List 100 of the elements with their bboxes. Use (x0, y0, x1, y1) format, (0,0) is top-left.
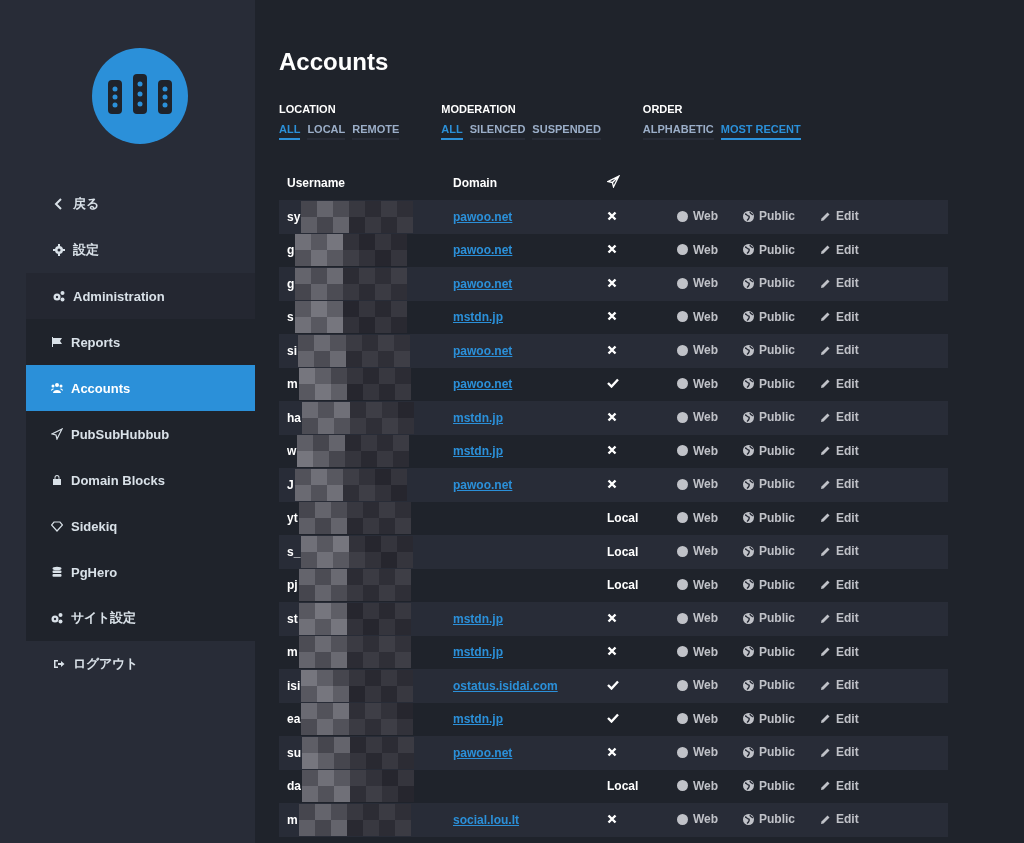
visibility-label: Public (759, 544, 795, 558)
logo-icon (92, 48, 188, 144)
visibility-label: Public (759, 309, 795, 324)
filter-link[interactable]: REMOTE (352, 123, 400, 140)
pencil-icon (820, 445, 831, 456)
sidebar-item[interactable]: Reports (26, 319, 255, 365)
pencil-icon (820, 512, 831, 523)
sidebar-item[interactable]: 戻る (0, 181, 255, 227)
edit-link[interactable]: Edit (820, 410, 859, 424)
globe-icon (743, 780, 754, 791)
edit-link[interactable]: Edit (820, 778, 859, 793)
pencil-icon (820, 344, 831, 356)
domain-link[interactable]: pawoo.net (453, 745, 513, 760)
username: sy (287, 209, 301, 224)
globe-icon (743, 512, 754, 523)
edit-link[interactable]: Edit (820, 477, 859, 491)
sidebar-item[interactable]: Sidekiq (26, 503, 255, 549)
edit-link[interactable]: Edit (820, 276, 859, 290)
web-label: Web (693, 611, 719, 625)
domain-link[interactable]: pawoo.net (453, 343, 513, 358)
filter-link[interactable]: ALPHABETIC (642, 123, 714, 140)
local-label: Local (607, 544, 639, 559)
visibility-label: Public (759, 209, 795, 223)
username: isi (287, 678, 301, 693)
username: yt (287, 511, 298, 526)
pencil-icon (820, 646, 831, 657)
column-header: Domain (445, 166, 599, 200)
globe-icon (743, 277, 754, 289)
globe-icon (743, 311, 754, 322)
gears-icon (51, 612, 63, 624)
domain-link[interactable]: mstdn.jp (453, 410, 503, 425)
visibility-label: Public (759, 477, 795, 491)
circle-icon (677, 545, 688, 557)
edit-link[interactable]: Edit (820, 711, 859, 726)
pencil-icon (820, 378, 831, 389)
username: da (287, 779, 301, 794)
database-icon (51, 566, 63, 578)
users-icon (51, 382, 63, 394)
domain-link[interactable]: mstdn.jp (453, 645, 503, 660)
circle-icon (677, 780, 688, 791)
edit-link[interactable]: Edit (820, 242, 859, 257)
domain-link[interactable]: mstdn.jp (453, 712, 503, 727)
web-label: Web (693, 644, 719, 659)
pencil-icon (820, 813, 831, 825)
edit-link[interactable]: Edit (820, 544, 859, 558)
sidebar-item[interactable]: 設定 (0, 227, 255, 273)
filter-link[interactable]: SILENCED (469, 123, 526, 140)
globe-icon (743, 579, 754, 590)
edit-link[interactable]: Edit (820, 343, 859, 357)
edit-link[interactable]: Edit (820, 611, 859, 625)
web-label: Web (693, 477, 719, 491)
sidebar-item[interactable]: Administration (26, 273, 255, 319)
sidebar-item[interactable]: PubSubHubbub (26, 411, 255, 457)
sidebar-item[interactable]: ログアウト (0, 641, 255, 687)
username: m (287, 812, 298, 827)
edit-link[interactable]: Edit (820, 309, 859, 324)
edit-link[interactable]: Edit (820, 678, 859, 692)
flag-icon (51, 336, 63, 348)
domain-link[interactable]: mstdn.jp (453, 444, 503, 459)
globe-icon (743, 445, 754, 456)
edit-link[interactable]: Edit (820, 209, 859, 223)
domain-link[interactable]: pawoo.net (453, 276, 513, 291)
sidebar-item[interactable]: サイト設定 (26, 595, 255, 641)
domain-link[interactable]: pawoo.net (453, 243, 513, 258)
edit-link[interactable]: Edit (820, 644, 859, 659)
domain-link[interactable]: pawoo.net (453, 377, 513, 392)
visibility-label: Public (759, 343, 795, 357)
filter-link[interactable]: MOST RECENT (720, 123, 801, 140)
edit-link[interactable]: Edit (820, 510, 859, 525)
edit-link[interactable]: Edit (820, 745, 859, 759)
edit-link[interactable]: Edit (820, 376, 859, 391)
filter-link[interactable]: SUSPENDED (532, 123, 601, 140)
circle-icon (677, 813, 688, 825)
visibility-label: Public (759, 778, 795, 793)
edit-link[interactable]: Edit (820, 443, 859, 458)
web-label: Web (693, 376, 719, 391)
pencil-icon (820, 311, 831, 322)
username: ea (287, 712, 301, 727)
edit-link[interactable]: Edit (820, 812, 859, 826)
web-label: Web (693, 678, 719, 692)
visibility-label: Public (759, 577, 795, 592)
sign-out-icon (53, 658, 65, 670)
sidebar-item[interactable]: Domain Blocks (26, 457, 255, 503)
chevron-icon (53, 198, 65, 210)
domain-link[interactable]: mstdn.jp (453, 310, 503, 325)
pencil-icon (820, 411, 831, 423)
domain-link[interactable]: pawoo.net (453, 477, 513, 492)
web-label: Web (693, 577, 719, 592)
filter-link[interactable]: LOCAL (307, 123, 346, 140)
globe-icon (743, 545, 754, 557)
username: s_ (287, 544, 301, 559)
sidebar-item[interactable]: PgHero (26, 549, 255, 595)
domain-link[interactable]: pawoo.net (453, 209, 513, 224)
domain-link[interactable]: social.lou.lt (453, 812, 519, 827)
filter-heading: LOCATION (279, 103, 337, 115)
visibility-label: Public (759, 276, 795, 290)
filter-link[interactable]: ALL (279, 123, 301, 140)
domain-link[interactable]: mstdn.jp (453, 611, 503, 626)
filter-link[interactable]: ALL (441, 123, 463, 140)
edit-link[interactable]: Edit (820, 577, 859, 592)
